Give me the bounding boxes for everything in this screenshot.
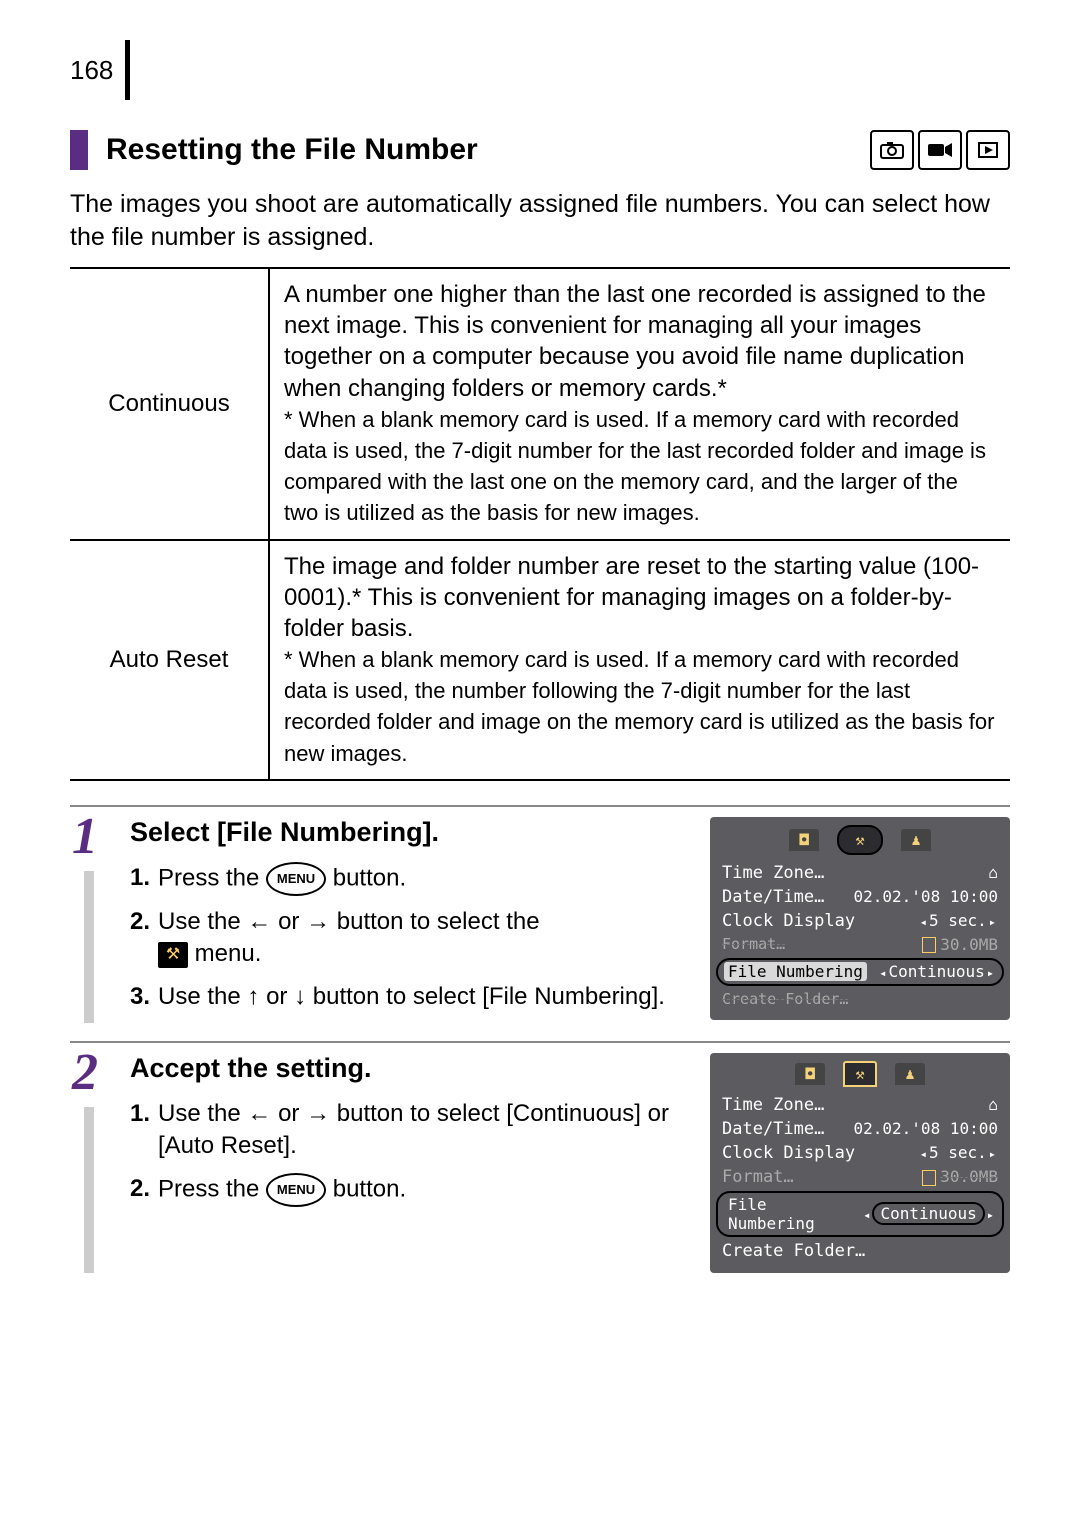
table-row: Auto Reset The image and folder number a…: [70, 540, 1010, 780]
file-numbering-modes-table: Continuous A number one higher than the …: [70, 267, 1010, 781]
mode-description: A number one higher than the last one re…: [269, 268, 1010, 540]
triangle-right-icon: ▸: [985, 1208, 996, 1222]
page-number-divider: [125, 40, 130, 100]
sd-card-icon: [922, 1170, 936, 1186]
step-number: 2: [72, 1047, 116, 1099]
lcd-screenshot-2: ◘ ⚒ ♟ Time Zone…⌂ Date/Time…02.02.'08 10…: [710, 1053, 1010, 1273]
step-title: Accept the setting.: [130, 1053, 692, 1084]
intro-paragraph: The images you shoot are automatically a…: [70, 188, 1010, 253]
mode-label: Continuous: [70, 268, 269, 540]
arrow-down-icon: ↓: [294, 983, 306, 1010]
step-title: Select [File Numbering].: [130, 817, 692, 848]
arrow-up-icon: ↑: [247, 983, 259, 1010]
mode-icons-group: [870, 130, 1010, 170]
lcd-selected-row: File Numbering ◂Continuous▸: [716, 1191, 1004, 1237]
arrow-left-icon: ←: [247, 1100, 271, 1127]
lcd-selected-row: File Numbering ◂Continuous▸: [716, 958, 1004, 986]
arrow-right-icon: →: [306, 1100, 330, 1127]
triangle-left-icon: ◂: [918, 915, 929, 929]
triangle-right-icon: ▸: [985, 966, 996, 980]
section-heading: Resetting the File Number: [106, 133, 478, 167]
step-side-bar: [84, 871, 94, 1023]
substep: 2. Use the ← or → button to select the ⚒…: [130, 906, 692, 971]
movie-mode-icon: [918, 130, 962, 170]
table-row: Continuous A number one higher than the …: [70, 268, 1010, 540]
camera-mode-icon: [870, 130, 914, 170]
substep: 2. Press the MENU button.: [130, 1173, 692, 1207]
menu-button-icon: MENU: [266, 1173, 326, 1207]
menu-button-icon: MENU: [266, 862, 326, 896]
heading-accent-bar: [70, 130, 88, 170]
home-icon: ⌂: [988, 863, 998, 882]
step-side-bar: [84, 1107, 94, 1273]
lcd-tab-mycamera-icon: ♟: [895, 1063, 925, 1085]
lcd-screenshot-1: ◘ ⚒ ♟ Time Zone…⌂ Date/Time…02.02.'08 10…: [710, 817, 1010, 1020]
lcd-tab-camera-icon: ◘: [795, 1063, 825, 1085]
playback-mode-icon: [966, 130, 1010, 170]
substep: 1. Use the ← or → button to select [Cont…: [130, 1098, 692, 1163]
sd-card-icon: [922, 937, 936, 953]
mode-label: Auto Reset: [70, 540, 269, 780]
triangle-left-icon: ◂: [877, 966, 888, 980]
step-2: 2 Accept the setting. 1. Use the ← or: [70, 1041, 1010, 1291]
step-number: 1: [72, 811, 116, 863]
tools-tab-icon: ⚒: [158, 942, 188, 968]
mode-description: The image and folder number are reset to…: [269, 540, 1010, 780]
step-1: 1 Select [File Numbering]. 1. Press the …: [70, 805, 1010, 1041]
arrow-left-icon: ←: [247, 908, 271, 935]
triangle-left-icon: ◂: [918, 1147, 929, 1161]
substep: 1. Press the MENU button.: [130, 862, 692, 896]
page-number-block: 168: [70, 40, 1010, 100]
lcd-tab-tools-icon: ⚒: [837, 825, 883, 855]
home-icon: ⌂: [988, 1095, 998, 1114]
triangle-right-icon: ▸: [987, 915, 998, 929]
triangle-right-icon: ▸: [987, 1147, 998, 1161]
page-number: 168: [70, 55, 121, 86]
lcd-tab-mycamera-icon: ♟: [901, 829, 931, 851]
triangle-left-icon: ◂: [861, 1208, 872, 1222]
substep: 3. Use the ↑ or ↓ button to select [File…: [130, 981, 692, 1013]
arrow-right-icon: →: [306, 908, 330, 935]
lcd-tab-tools-icon: ⚒: [843, 1061, 877, 1087]
lcd-tab-camera-icon: ◘: [789, 829, 819, 851]
